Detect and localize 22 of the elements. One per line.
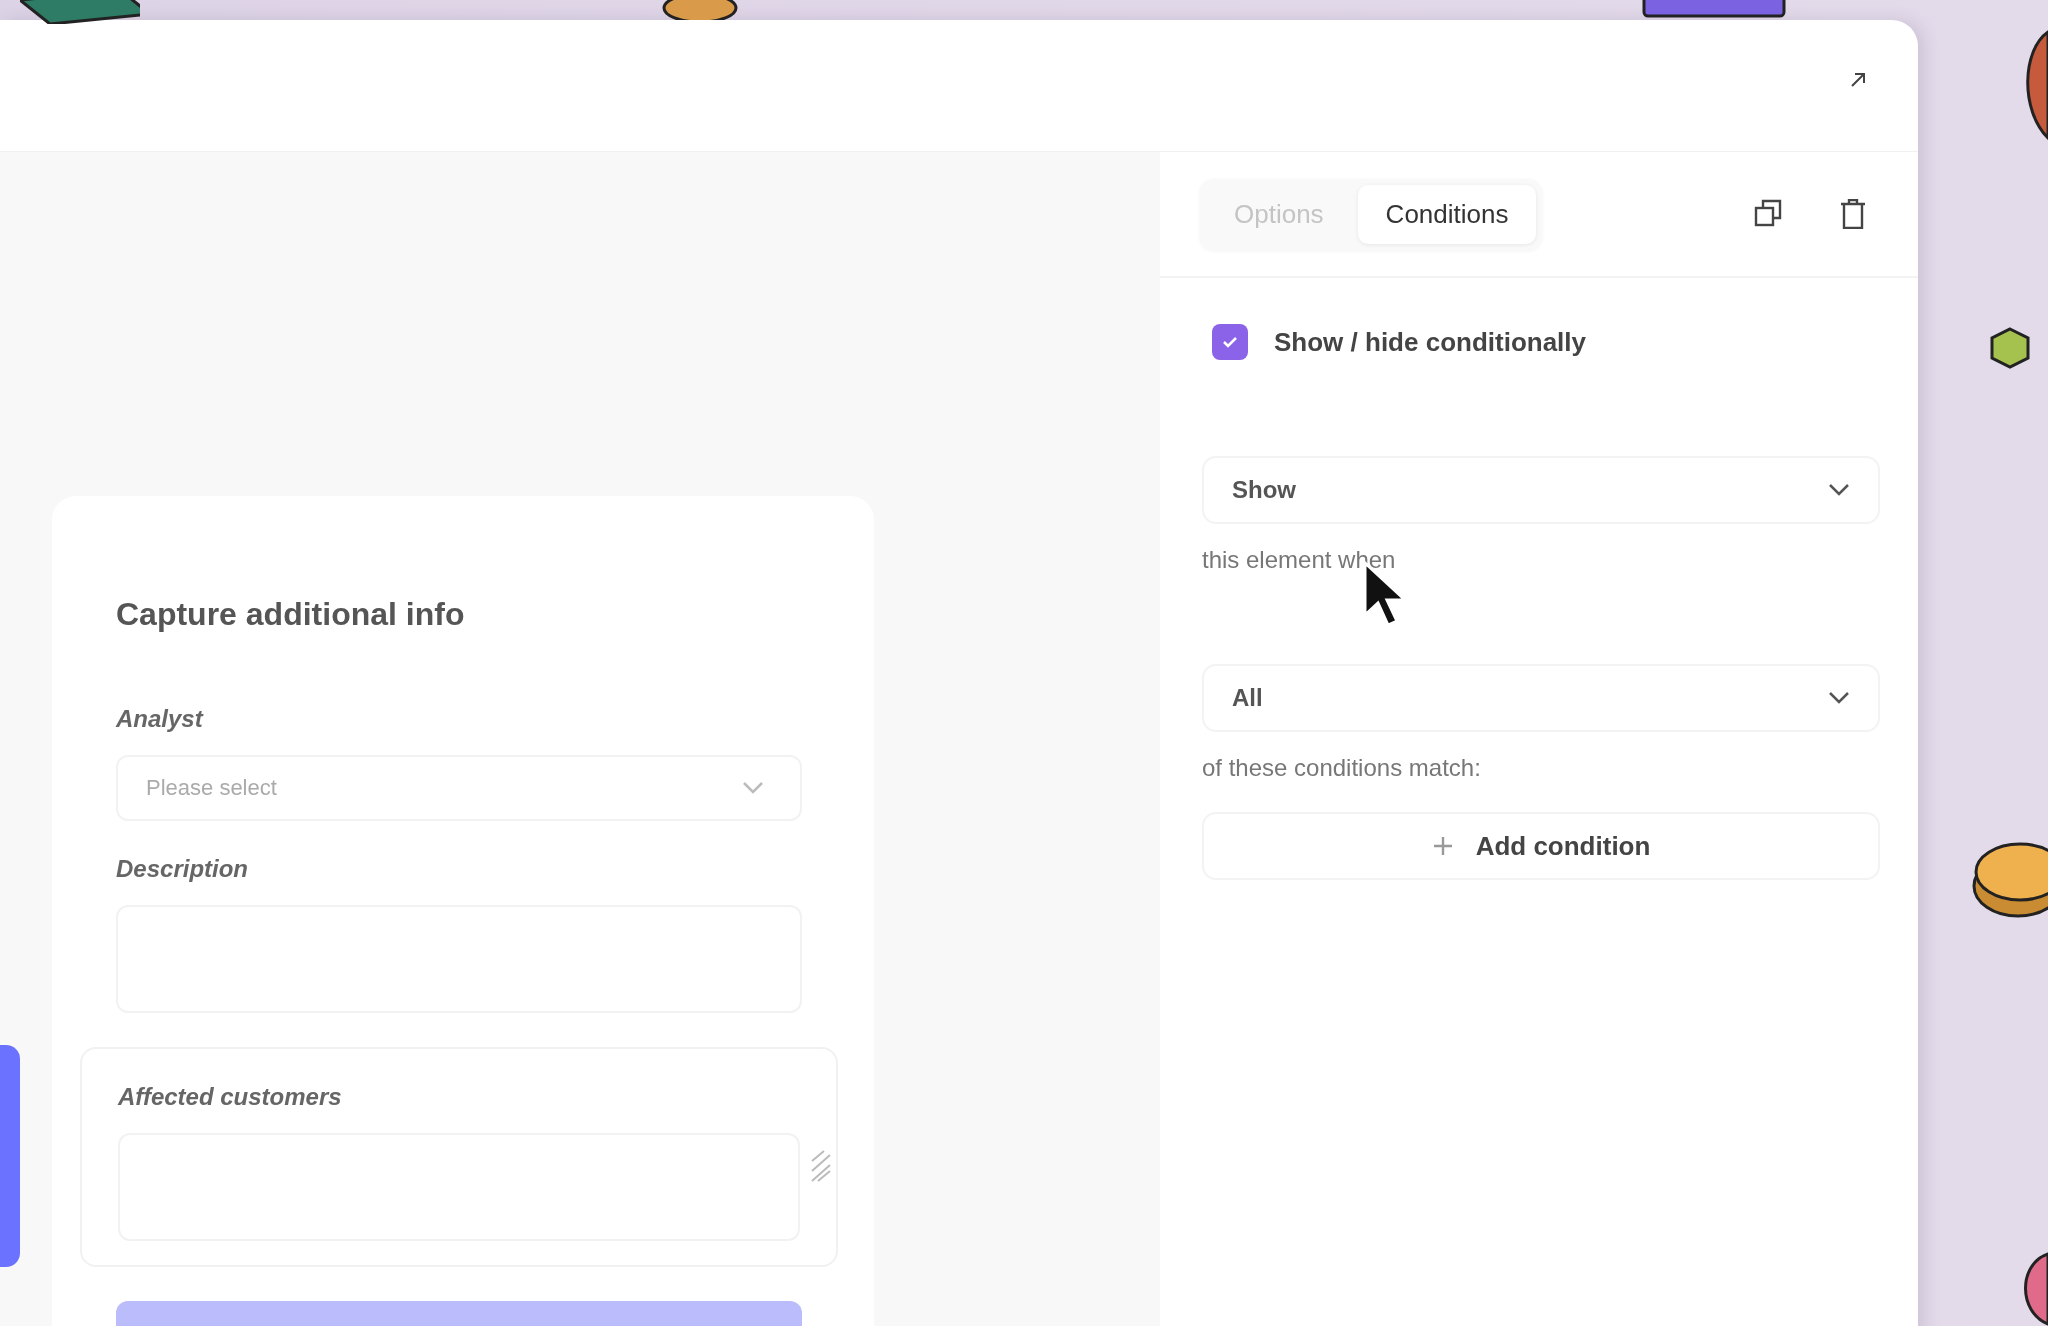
checkmark-icon (1221, 335, 1239, 349)
chevron-down-icon (742, 781, 764, 795)
tab[interactable]: Conditions (1357, 184, 1537, 244)
checkbox-label: Show / hide conditionally (1274, 326, 1586, 358)
field-label: Description (116, 855, 250, 883)
field-label: Affected customers (118, 1083, 343, 1111)
field-label: Analyst (116, 705, 205, 733)
chevron-down-icon (1828, 691, 1850, 705)
helper-text: of these conditions match: (1202, 754, 1482, 782)
match-select[interactable]: All (1202, 664, 1880, 732)
hexagon-drawing (1988, 326, 2032, 370)
copy-icon[interactable] (1754, 199, 1782, 229)
checkbox[interactable] (1212, 324, 1248, 360)
trash-icon[interactable] (1840, 199, 1866, 229)
plus-icon (1431, 835, 1454, 857)
helper-text: this element when (1202, 546, 1397, 574)
drag-handle-icon[interactable] (810, 1149, 832, 1183)
visibility-select[interactable]: Show (1202, 456, 1880, 524)
select-placeholder: Please select (146, 775, 277, 801)
chevron-down-icon (1828, 483, 1850, 497)
form-title: Capture additional info (116, 596, 466, 633)
add-condition-button[interactable]: Add condition (1202, 812, 1880, 880)
